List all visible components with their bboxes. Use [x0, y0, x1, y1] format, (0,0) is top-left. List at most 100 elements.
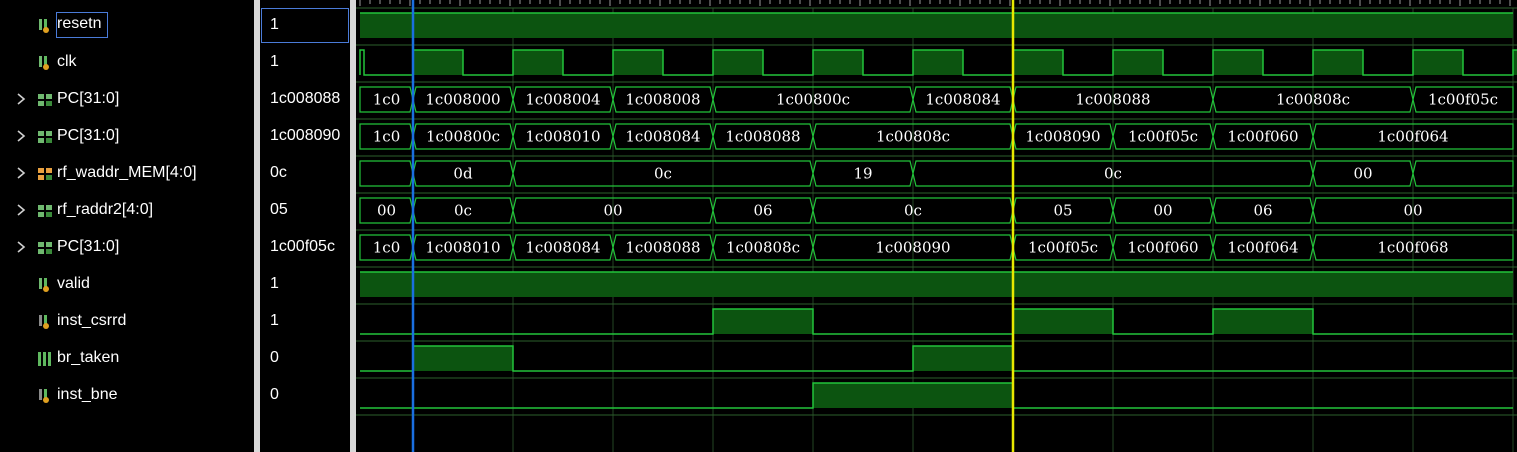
chevron-right-icon[interactable] — [14, 165, 28, 181]
bit-waveform — [360, 308, 1513, 335]
signal-value: 0c — [270, 164, 287, 181]
bus-value-label: 1c00800c — [776, 91, 850, 109]
signal-value-panel: 1 1 1c008088 1c008090 0c 05 1c00f05c 1 1 0 0 — [260, 0, 350, 452]
bus-value-label: 06 — [753, 202, 772, 220]
signal-row[interactable]: rf_raddr2[4:0] — [0, 192, 254, 229]
bit-high-fill — [1113, 13, 1213, 38]
signal-value: 05 — [270, 201, 288, 218]
bit-high-fill — [413, 272, 513, 297]
signal-row[interactable]: inst_csrrd — [0, 303, 254, 340]
signal-row[interactable]: PC[31:0] — [0, 229, 254, 266]
clock-high-fill — [813, 50, 863, 75]
signal-row[interactable]: PC[31:0] — [0, 81, 254, 118]
bus-value-label: 1c008000 — [425, 91, 500, 109]
bus-value-label: 1c00808c — [876, 128, 950, 146]
signal-name: rf_waddr_MEM[4:0] — [57, 164, 197, 181]
signal-name: inst_bne — [57, 386, 118, 403]
waveform-panel[interactable]: 1c0 1c008000 1c008004 1c008008 1c00800c 1c008… — [356, 0, 1517, 452]
signal-value-cell[interactable]: 0c — [260, 155, 350, 192]
clock-high-fill — [1013, 50, 1063, 75]
bit-high-fill — [413, 13, 513, 38]
signal-row[interactable]: br_taken — [0, 340, 254, 377]
bit-high-fill — [813, 272, 913, 297]
bit-high-fill — [813, 383, 913, 408]
bus-value-label: 00 — [377, 202, 396, 220]
signal-value-cell[interactable]: 1c008090 — [260, 118, 350, 155]
chevron-right-icon[interactable] — [14, 128, 28, 144]
clock-high-fill — [513, 50, 563, 75]
bus-value-label: 1c008010 — [525, 128, 600, 146]
bit-signal-gray-icon — [37, 388, 53, 404]
bus-value-label: 1c008084 — [525, 239, 600, 257]
bit-high-fill — [1113, 272, 1213, 297]
signal-value: 1 — [270, 53, 279, 70]
bus-value-label: 1c00f060 — [1127, 239, 1198, 257]
bus-value-label: 1c0 — [373, 91, 401, 109]
signal-row[interactable]: PC[31:0] — [0, 118, 254, 155]
bus-value-label: 05 — [1053, 202, 1072, 220]
signal-value-cell[interactable]: 0 — [260, 377, 350, 414]
signal-row[interactable]: rf_waddr_MEM[4:0] — [0, 155, 254, 192]
bit-signal-icon — [37, 18, 53, 34]
bus-value-label: 1c00808c — [726, 239, 800, 257]
signal-value-cell[interactable]: 1 — [260, 7, 350, 44]
signal-row[interactable]: resetn — [0, 7, 254, 44]
bus-value-label: 1c008010 — [425, 239, 500, 257]
signal-row[interactable]: clk — [0, 44, 254, 81]
bit-high-fill — [913, 346, 1013, 371]
waveform-canvas[interactable]: 1c0 1c008000 1c008004 1c008008 1c00800c 1c008… — [356, 0, 1517, 452]
bit-high-fill — [913, 383, 1013, 408]
bit-signal-icon — [37, 55, 53, 71]
signal-row[interactable]: inst_bne — [0, 377, 254, 414]
signal-value-cell[interactable]: 1c008088 — [260, 81, 350, 118]
signal-value-cell[interactable]: 1 — [260, 44, 350, 81]
bit-high-fill — [913, 272, 1013, 297]
signal-value: 1c008090 — [270, 127, 341, 144]
bus-signal-icon — [37, 129, 53, 145]
signal-value: 0 — [270, 386, 279, 403]
bus-segment — [359, 160, 414, 187]
signal-value-cell[interactable]: 0 — [260, 340, 350, 377]
bus-value-label: 1c008090 — [1025, 128, 1100, 146]
bus-value-label: 1c00f068 — [1377, 239, 1448, 257]
clock-high-fill — [413, 50, 463, 75]
bus-value-label: 0d — [453, 165, 473, 183]
signal-value-cell[interactable]: 05 — [260, 192, 350, 229]
bus-signal-orange-icon — [37, 166, 53, 182]
clock-high-fill — [1213, 50, 1263, 75]
signal-row[interactable]: valid — [0, 266, 254, 303]
bit-high-fill — [613, 272, 713, 297]
signal-name: PC[31:0] — [57, 127, 120, 144]
bus-value-label: 1c008090 — [875, 239, 950, 257]
signal-value-cell[interactable]: 1 — [260, 303, 350, 340]
bus-value-label: 1c00f060 — [1227, 128, 1298, 146]
bit-high-fill — [1413, 13, 1513, 38]
bit-signal-gray-icon — [37, 314, 53, 330]
bus-value-label: 0c — [654, 165, 672, 183]
bit-high-fill — [613, 13, 713, 38]
bit-signal-multi-icon — [37, 351, 53, 367]
signal-value-cell[interactable]: 1 — [260, 266, 350, 303]
clock-high-fill — [1413, 50, 1463, 75]
bit-high-fill — [1013, 309, 1113, 334]
chevron-right-icon[interactable] — [14, 202, 28, 218]
bus-value-label: 1c008008 — [625, 91, 700, 109]
bit-high-fill — [360, 13, 413, 38]
bus-value-label: 0c — [904, 202, 922, 220]
bus-value-label: 1c008088 — [1075, 91, 1150, 109]
bus-value-label: 1c0 — [373, 128, 401, 146]
bus-value-label: 1c008004 — [525, 91, 600, 109]
signal-value: 1c008088 — [270, 90, 341, 107]
chevron-right-icon[interactable] — [14, 239, 28, 255]
clock-high-fill — [613, 50, 663, 75]
signal-value-cell[interactable]: 1c00f05c — [260, 229, 350, 266]
bus-segment — [1412, 160, 1514, 187]
clock-high-fill — [1113, 50, 1163, 75]
signal-name: clk — [57, 53, 77, 70]
clock-high-fill — [1313, 50, 1363, 75]
bus-value-label: 1c008084 — [925, 91, 1000, 109]
chevron-right-icon[interactable] — [14, 91, 28, 107]
bus-signal-icon — [37, 92, 53, 108]
clock-high-fill — [713, 50, 763, 75]
bus-value-label: 1c00f05c — [1128, 128, 1198, 146]
